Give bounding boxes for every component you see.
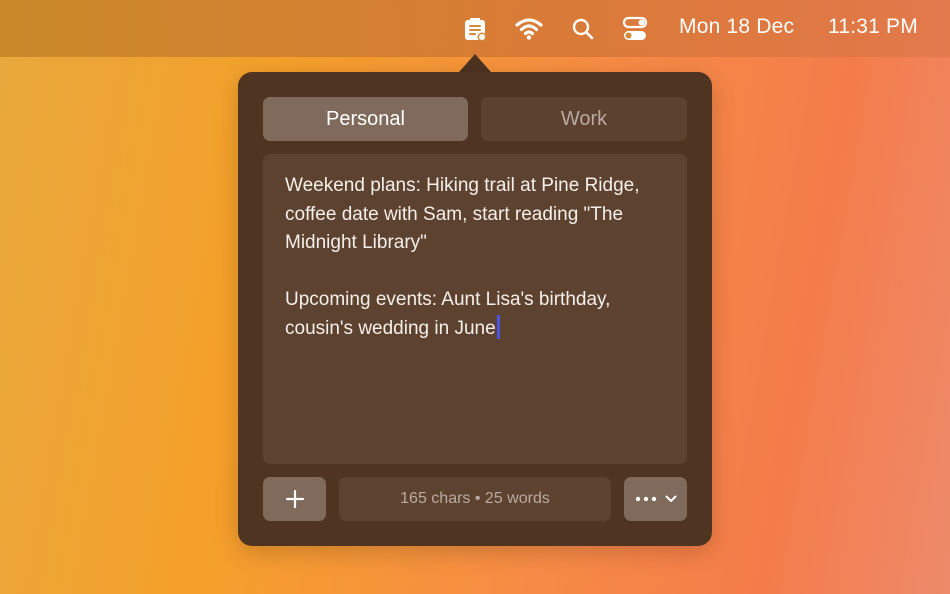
ellipsis-icon [635,496,656,502]
tab-personal[interactable]: Personal [263,97,468,141]
notes-popover: Personal Work Weekend plans: Hiking trai… [238,72,712,546]
add-note-button[interactable] [263,477,326,521]
tab-work[interactable]: Work [481,97,687,141]
more-options-button[interactable] [624,477,687,521]
note-editor[interactable]: Weekend plans: Hiking trail at Pine Ridg… [263,154,687,464]
notes-app-icon[interactable] [460,14,490,44]
popover-arrow [459,54,491,72]
menubar-time[interactable]: 11:31 PM [828,15,918,39]
menubar-date[interactable]: Mon 18 Dec [679,15,794,39]
control-center-icon[interactable] [620,14,650,44]
wifi-icon[interactable] [514,14,544,44]
text-cursor [496,314,500,339]
note-paragraph-1: Weekend plans: Hiking trail at Pine Ridg… [285,175,640,253]
menu-bar: Mon 18 Dec 11:31 PM [0,0,950,57]
character-word-count: 165 chars • 25 words [339,477,611,521]
plus-icon [285,489,304,509]
search-icon[interactable] [568,14,598,44]
note-paragraph-2: Upcoming events: Aunt Lisa's birthday, c… [285,289,611,339]
chevron-down-icon [665,495,676,502]
